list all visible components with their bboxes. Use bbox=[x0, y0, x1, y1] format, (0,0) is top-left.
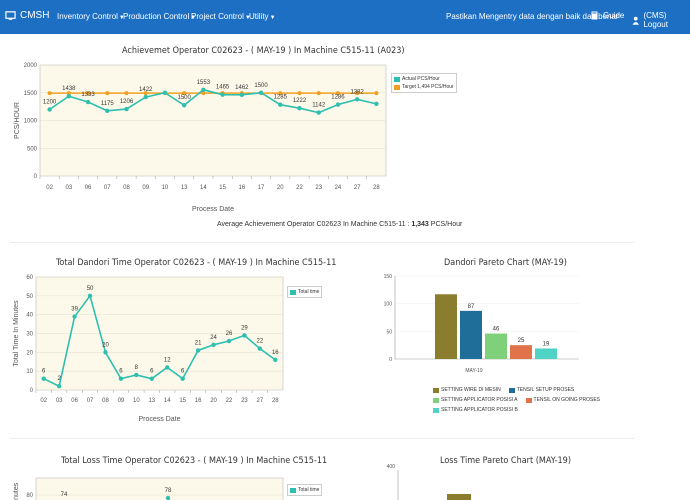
legend-item-total-time: Total time bbox=[290, 487, 319, 493]
plot-area bbox=[35, 477, 284, 500]
data-label: 78 bbox=[165, 488, 172, 494]
y-tick-label: 400 bbox=[387, 464, 396, 470]
data-label: 74 bbox=[61, 492, 68, 498]
loss-time-charts: 80 Minutes 74 78 400 bbox=[13, 464, 471, 500]
pareto-bar bbox=[447, 494, 471, 500]
y-tick-label: 80 bbox=[26, 493, 33, 499]
legend-label: Total time bbox=[298, 487, 320, 493]
y-axis-title: Minutes bbox=[13, 482, 20, 500]
legend-swatch bbox=[290, 487, 296, 493]
loss-legend: Total time bbox=[287, 484, 323, 496]
